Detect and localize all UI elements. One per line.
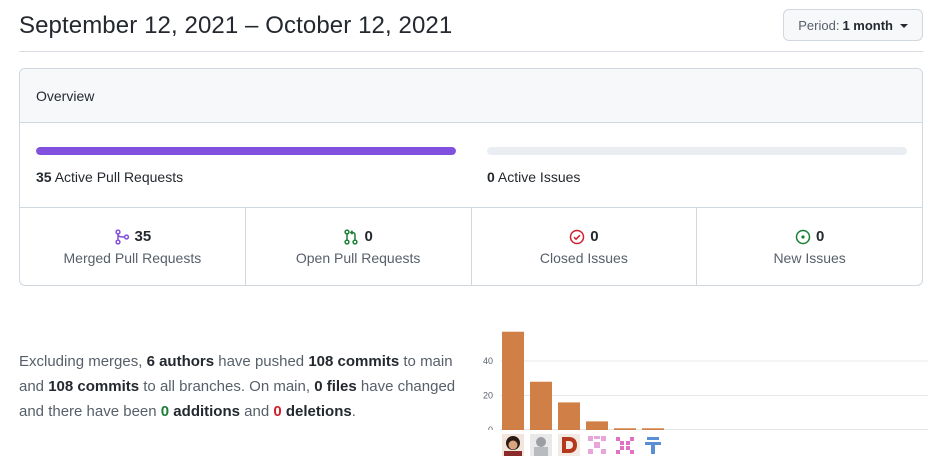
chart-bar-author-5[interactable] bbox=[614, 428, 636, 430]
stat-merged-count: 35 bbox=[134, 228, 152, 245]
git-pull-request-icon bbox=[344, 228, 359, 245]
summary-text-2: have pushed bbox=[214, 353, 309, 370]
author-avatar-4[interactable] bbox=[586, 434, 608, 456]
summary-additions-count: 0 bbox=[160, 403, 170, 420]
summary-text-4: to all branches. On main, bbox=[139, 378, 315, 395]
page-header: September 12, 2021 – October 12, 2021 Pe… bbox=[19, 0, 923, 52]
pull-requests-progress-fill bbox=[36, 147, 456, 155]
summary-additions-word: additions bbox=[169, 403, 240, 420]
issues-progress-track bbox=[487, 147, 907, 155]
pull-requests-progress-track bbox=[36, 147, 456, 155]
stat-open-pr-count: 0 bbox=[364, 228, 373, 245]
active-issues-label: Active Issues bbox=[497, 169, 581, 185]
date-range-title: September 12, 2021 – October 12, 2021 bbox=[19, 12, 453, 39]
summary-text-1: Excluding merges, bbox=[19, 353, 147, 370]
active-pull-requests-bar[interactable]: 35 Active Pull Requests bbox=[36, 147, 456, 185]
chart-bar-author-6[interactable] bbox=[642, 428, 664, 430]
active-issues-count: 0 bbox=[487, 169, 495, 185]
overview-stats: 35 Merged Pull Requests 0 Open Pull Requ… bbox=[20, 208, 922, 285]
stat-closed-issues[interactable]: 0 Closed Issues bbox=[472, 208, 698, 285]
stat-open-pull-requests[interactable]: 0 Open Pull Requests bbox=[246, 208, 472, 285]
chart-ytick-label: 40 bbox=[483, 356, 493, 366]
active-pull-requests-label: Active Pull Requests bbox=[54, 169, 184, 185]
stat-new-issues-label: New Issues bbox=[773, 250, 846, 266]
active-pull-requests-count: 35 bbox=[36, 169, 52, 185]
active-issues-bar[interactable]: 0 Active Issues bbox=[487, 147, 907, 185]
summary-deletions-word: deletions bbox=[281, 403, 352, 420]
summary-files: 0 files bbox=[314, 378, 357, 395]
author-avatar-6[interactable] bbox=[642, 434, 664, 456]
period-value-label: 1 month bbox=[842, 17, 893, 33]
active-pull-requests-caption: 35 Active Pull Requests bbox=[36, 169, 456, 185]
stat-open-pr-label: Open Pull Requests bbox=[295, 250, 421, 266]
author-avatar-3[interactable] bbox=[558, 434, 580, 456]
overview-box: Overview 35 Active Pull Requests 0 Activ… bbox=[19, 68, 923, 286]
stat-merged-pull-requests[interactable]: 35 Merged Pull Requests bbox=[20, 208, 246, 285]
stat-merged-label: Merged Pull Requests bbox=[63, 250, 202, 266]
period-selector-button[interactable]: Period: 1 month bbox=[783, 9, 923, 41]
commits-by-author-chart: 0 20 40 bbox=[480, 318, 928, 458]
commit-summary: Excluding merges, 6 authors have pushed … bbox=[19, 349, 479, 424]
chart-ytick-label: 20 bbox=[483, 391, 493, 401]
author-avatar-1[interactable] bbox=[502, 434, 524, 456]
summary-commits-all[interactable]: 108 commits bbox=[48, 378, 139, 395]
chart-bar-author-3[interactable] bbox=[558, 402, 580, 430]
period-prefix-label: Period: bbox=[798, 17, 840, 33]
stat-new-issues[interactable]: 0 New Issues bbox=[697, 208, 922, 285]
chart-bar-author-2[interactable] bbox=[530, 381, 552, 430]
stat-new-issues-count: 0 bbox=[815, 228, 825, 245]
stat-closed-issues-label: Closed Issues bbox=[539, 250, 628, 266]
chart-bar-author-4[interactable] bbox=[586, 421, 608, 430]
chart-ytick-label: 0 bbox=[488, 425, 493, 430]
summary-authors[interactable]: 6 authors bbox=[147, 353, 215, 370]
author-avatar-5[interactable] bbox=[614, 434, 636, 456]
chevron-down-icon bbox=[900, 23, 908, 28]
issue-closed-icon bbox=[569, 229, 585, 244]
summary-text-6: and bbox=[239, 403, 274, 420]
git-merge-icon bbox=[114, 228, 129, 245]
activity-bars: 35 Active Pull Requests 0 Active Issues bbox=[20, 123, 922, 208]
summary-text-7: . bbox=[351, 403, 356, 420]
overview-header: Overview bbox=[20, 69, 922, 123]
chart-bar-author-1[interactable] bbox=[502, 331, 524, 430]
summary-commits-main[interactable]: 108 commits bbox=[308, 353, 399, 370]
stat-closed-issues-count: 0 bbox=[590, 228, 599, 245]
summary-deletions-count: 0 bbox=[273, 403, 282, 420]
commits-chart-svg: 0 20 40 bbox=[483, 331, 928, 435]
overview-title: Overview bbox=[36, 87, 95, 104]
active-issues-caption: 0 Active Issues bbox=[487, 169, 907, 185]
author-avatar-2[interactable] bbox=[530, 434, 552, 456]
issue-opened-icon bbox=[795, 229, 811, 244]
